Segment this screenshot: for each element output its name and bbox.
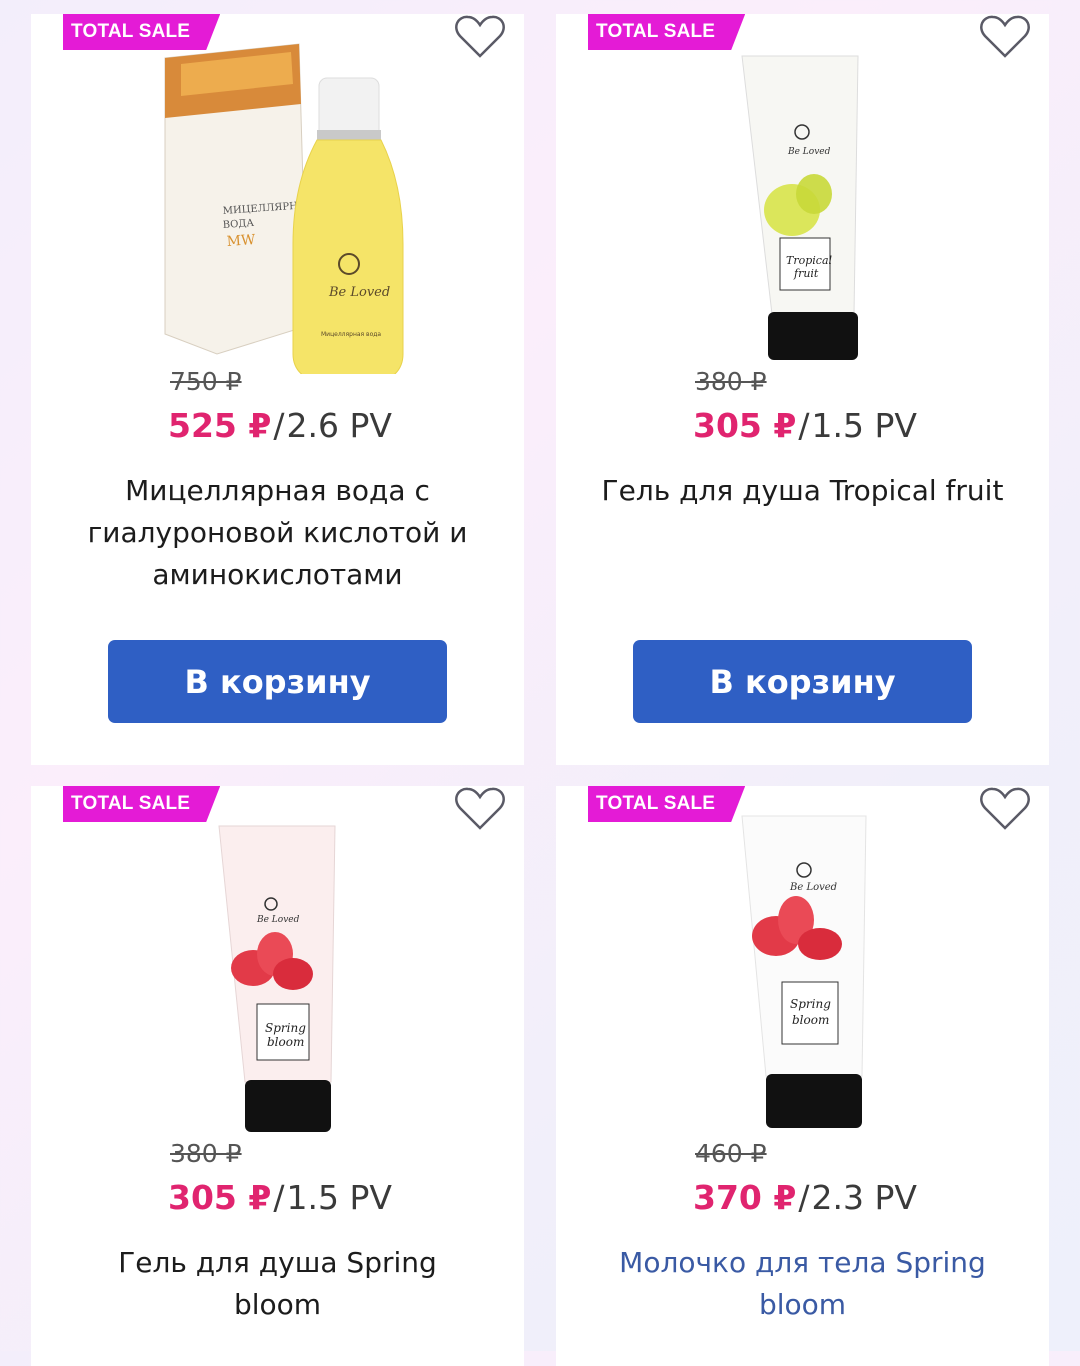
sale-badge: TOTAL SALE [588, 786, 745, 822]
price-line: 370 ₽/2.3 PV [693, 1178, 917, 1217]
sale-badge: TOTAL SALE [63, 14, 220, 50]
pv-value: 2.6 PV [286, 406, 392, 445]
sale-price: 370 ₽ [693, 1178, 797, 1217]
product-image[interactable]: МИЦЕЛЛЯРНАЯ ВОДА MW Be Loved Мицеллярная… [31, 14, 524, 374]
price-line: 305 ₽/1.5 PV [168, 1178, 392, 1217]
pv-value: 1.5 PV [286, 1178, 392, 1217]
product-image[interactable]: Be Loved Tropical fruit [556, 14, 1049, 374]
price-separator: / [273, 1178, 285, 1217]
sale-price: 305 ₽ [168, 1178, 272, 1217]
price-separator: / [273, 406, 285, 445]
svg-text:MW: MW [226, 232, 256, 250]
svg-text:Spring: Spring [790, 997, 831, 1011]
price-line: 305 ₽/1.5 PV [693, 406, 917, 445]
favorite-heart-icon[interactable] [454, 786, 506, 832]
old-price: 460 ₽ [695, 1139, 767, 1168]
product-image[interactable]: Be Loved Spring bloom [31, 786, 524, 1146]
product-card: МИЦЕЛЛЯРНАЯ ВОДА MW Be Loved Мицеллярная… [31, 14, 524, 765]
product-card: Be Loved Tropical fruit TOTAL SALE 380 ₽… [556, 14, 1049, 765]
add-to-cart-button[interactable]: В корзину [633, 640, 972, 723]
svg-text:Be Loved: Be Loved [256, 915, 300, 925]
svg-text:fruit: fruit [793, 267, 819, 280]
svg-text:Tropical: Tropical [786, 254, 832, 267]
sale-price: 525 ₽ [168, 406, 272, 445]
svg-text:bloom: bloom [267, 1035, 304, 1049]
price-separator: / [798, 1178, 810, 1217]
pv-value: 2.3 PV [811, 1178, 917, 1217]
sale-badge: TOTAL SALE [588, 14, 745, 50]
old-price: 380 ₽ [695, 367, 767, 396]
pv-value: 1.5 PV [811, 406, 917, 445]
svg-text:Мицеллярная вода: Мицеллярная вода [321, 331, 381, 338]
svg-text:Be Loved: Be Loved [787, 147, 831, 157]
product-image[interactable]: Be Loved Spring bloom [556, 786, 1049, 1146]
sale-badge: TOTAL SALE [63, 786, 220, 822]
sale-price: 305 ₽ [693, 406, 797, 445]
product-title[interactable]: Гель для душа Tropical fruit [596, 470, 1009, 512]
product-title[interactable]: Мицеллярная вода с гиалуроновой кислотой… [71, 470, 484, 596]
old-price: 750 ₽ [170, 367, 242, 396]
svg-text:ВОДА: ВОДА [222, 218, 254, 231]
svg-text:Be Loved: Be Loved [328, 285, 390, 300]
favorite-heart-icon[interactable] [454, 14, 506, 60]
add-to-cart-button[interactable]: В корзину [108, 640, 447, 723]
price-line: 525 ₽/2.6 PV [168, 406, 392, 445]
price-separator: / [798, 406, 810, 445]
product-card: Be Loved Spring bloom TOTAL SALE 460 ₽ 3… [556, 786, 1049, 1366]
favorite-heart-icon[interactable] [979, 14, 1031, 60]
product-title[interactable]: Гель для душа Spring bloom [71, 1242, 484, 1326]
old-price: 380 ₽ [170, 1139, 242, 1168]
product-card: Be Loved Spring bloom TOTAL SALE 380 ₽ 3… [31, 786, 524, 1366]
favorite-heart-icon[interactable] [979, 786, 1031, 832]
svg-text:Spring: Spring [265, 1021, 306, 1035]
product-title-link[interactable]: Молочко для тела Spring bloom [596, 1242, 1009, 1326]
svg-text:Be Loved: Be Loved [789, 882, 837, 893]
svg-text:bloom: bloom [792, 1013, 829, 1027]
